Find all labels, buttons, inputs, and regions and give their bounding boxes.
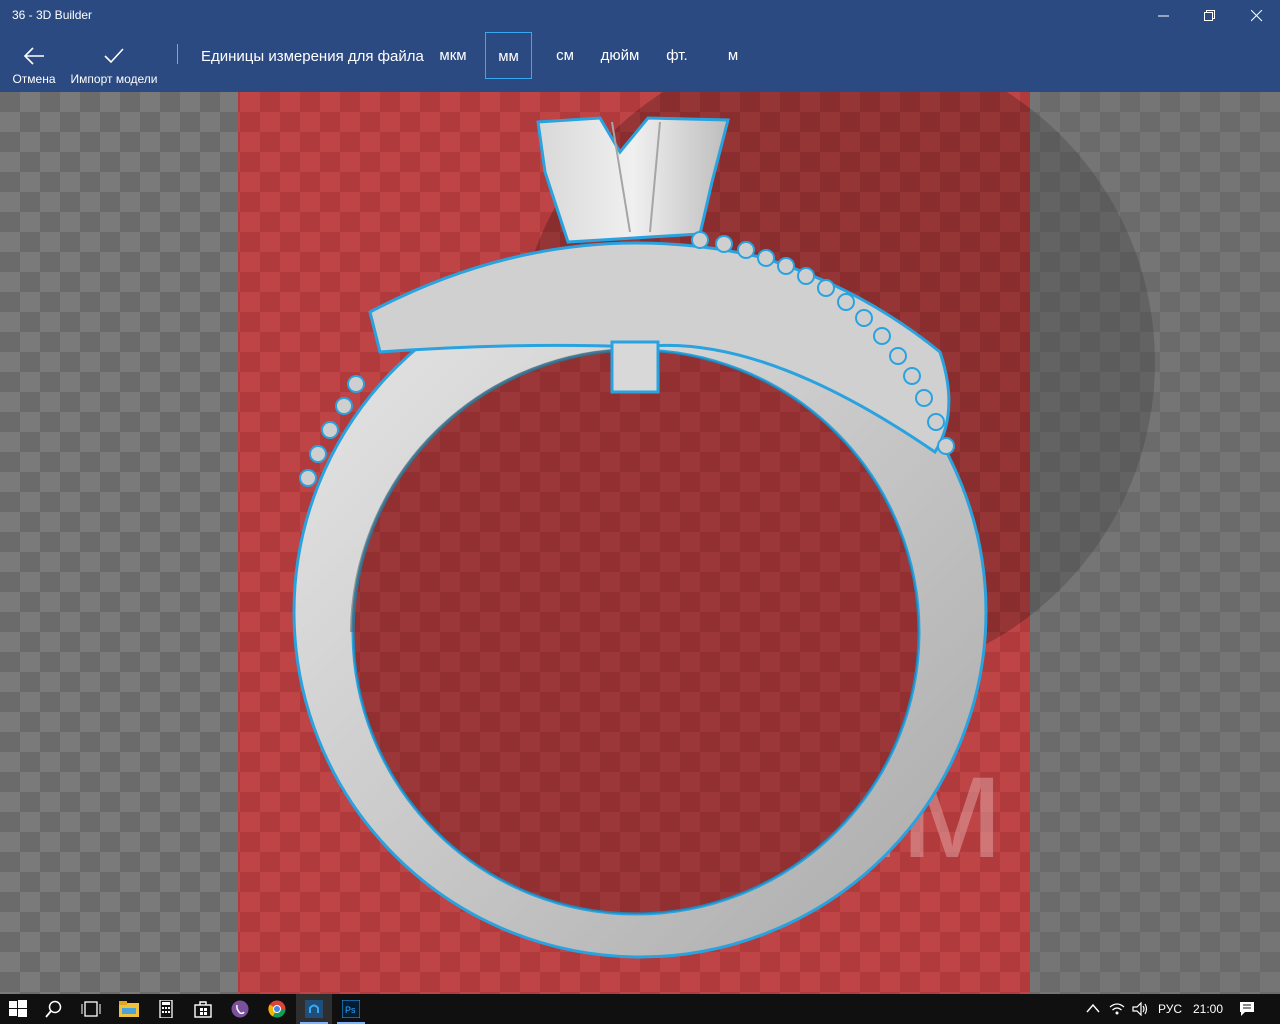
units-label: Единицы измерения для файла — [201, 48, 424, 65]
restore-icon — [1204, 10, 1215, 21]
start-button[interactable] — [0, 994, 36, 1024]
tray-overflow-button[interactable] — [1082, 994, 1104, 1024]
language-indicator[interactable]: РУС — [1158, 1002, 1182, 1016]
viber-icon — [231, 1000, 249, 1018]
speaker-icon — [1132, 1002, 1148, 1016]
wifi-icon — [1109, 1003, 1125, 1015]
minimize-icon — [1158, 15, 1169, 17]
unit-option-cm[interactable]: см — [548, 32, 582, 78]
viber-button[interactable] — [222, 994, 258, 1024]
unit-option-um[interactable]: мкм — [432, 32, 474, 78]
search-icon — [45, 1000, 62, 1018]
taskbar: Ps РУС 21:00 — [0, 994, 1280, 1024]
window-title: 36 - 3D Builder — [12, 8, 93, 22]
svg-text:Ps: Ps — [345, 1005, 356, 1015]
task-view-button[interactable] — [72, 994, 108, 1024]
volume-button[interactable] — [1129, 994, 1151, 1024]
action-center-button[interactable] — [1232, 994, 1262, 1024]
title-bar: 36 - 3D Builder — [0, 0, 1280, 32]
unit-option-ft[interactable]: фт. — [660, 32, 694, 78]
clock[interactable]: 21:00 — [1193, 1002, 1223, 1016]
file-explorer-button[interactable] — [110, 994, 146, 1024]
notification-icon — [1240, 1002, 1254, 1016]
3d-builder-icon — [305, 1000, 323, 1018]
unit-option-mm[interactable]: мм — [485, 32, 532, 79]
import-model-label: Импорт модели — [70, 72, 158, 86]
ring-setting-prongs — [536, 116, 730, 244]
cancel-label: Отмена — [12, 72, 56, 86]
close-button[interactable] — [1234, 0, 1280, 32]
chevron-up-icon — [1086, 1003, 1100, 1013]
minimize-button[interactable] — [1141, 0, 1187, 32]
search-button[interactable] — [36, 994, 72, 1024]
task-view-icon — [81, 1001, 101, 1017]
photoshop-button[interactable]: Ps — [333, 994, 369, 1024]
file-explorer-icon — [119, 1001, 139, 1017]
scene-canvas: 0 мм — [238, 92, 1280, 994]
unit-option-m[interactable]: м — [720, 32, 746, 78]
3d-viewport[interactable]: 0 мм — [0, 92, 1280, 994]
photoshop-icon: Ps — [342, 1000, 360, 1018]
command-separator — [177, 44, 178, 64]
unit-option-inch[interactable]: дюйм — [596, 32, 644, 78]
command-bar: Отмена Импорт модели Единицы измерения д… — [0, 32, 1280, 92]
import-model-button[interactable]: Импорт модели — [66, 32, 162, 92]
calculator-icon — [159, 1000, 173, 1018]
store-icon — [194, 1001, 212, 1018]
calculator-button[interactable] — [148, 994, 184, 1024]
store-button[interactable] — [185, 994, 221, 1024]
3d-builder-taskbar-button[interactable] — [296, 994, 332, 1024]
back-arrow-icon — [23, 47, 44, 65]
chrome-button[interactable] — [259, 994, 295, 1024]
close-icon — [1251, 10, 1263, 22]
ring-stem — [610, 340, 660, 394]
restore-button[interactable] — [1187, 0, 1233, 32]
start-icon — [9, 1000, 27, 1017]
chrome-icon — [268, 1000, 286, 1018]
checkmark-icon — [104, 48, 124, 64]
network-button[interactable] — [1106, 994, 1128, 1024]
cancel-button[interactable]: Отмена — [8, 32, 60, 92]
